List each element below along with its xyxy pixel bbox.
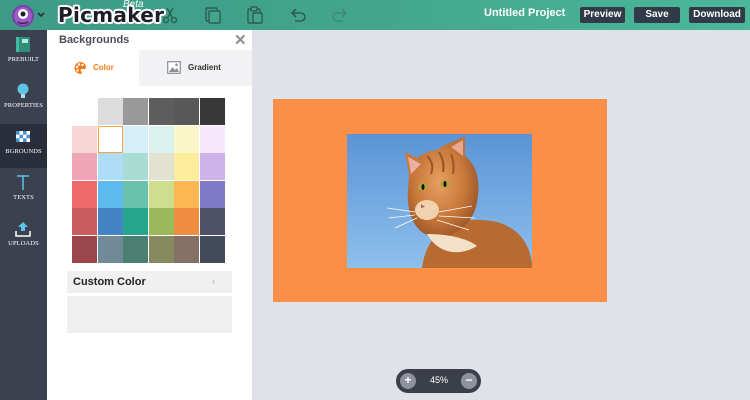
backgrounds-panel: Backgrounds ✕ Color Gradient Custom Colo… bbox=[47, 30, 252, 400]
color-swatch[interactable] bbox=[123, 180, 148, 208]
monster-logo-icon bbox=[12, 5, 45, 27]
color-swatch[interactable] bbox=[97, 153, 123, 181]
color-swatch[interactable] bbox=[123, 98, 148, 125]
color-swatch[interactable] bbox=[97, 236, 123, 263]
palette-icon bbox=[74, 62, 86, 75]
zoom-level: 45% bbox=[429, 375, 448, 385]
zoom-in-button[interactable]: + bbox=[400, 373, 416, 389]
color-swatch[interactable] bbox=[123, 153, 148, 181]
download-button[interactable]: Download bbox=[689, 7, 745, 23]
left-toolbar: PREBUILT PROPERTIES BGROUNDS TEXTS UPLOA… bbox=[0, 30, 47, 400]
color-swatch[interactable] bbox=[148, 236, 174, 263]
sidebar-item-bgrounds[interactable]: BGROUNDS bbox=[0, 124, 47, 168]
tab-label: Gradient bbox=[188, 63, 221, 72]
color-swatch[interactable] bbox=[123, 208, 148, 236]
redo-icon[interactable] bbox=[330, 5, 350, 25]
tab-gradient[interactable]: Gradient bbox=[139, 50, 252, 86]
sidebar-item-prebuilt[interactable]: PREBUILT bbox=[0, 32, 47, 76]
paste-icon[interactable] bbox=[245, 5, 265, 25]
color-swatch[interactable] bbox=[97, 208, 123, 236]
save-button[interactable]: Save bbox=[634, 7, 680, 23]
sidebar-item-properties[interactable]: PROPERTIES bbox=[0, 78, 47, 122]
sidebar-item-label: PROPERTIES bbox=[4, 102, 43, 109]
tab-label: Color bbox=[93, 63, 114, 72]
preview-button[interactable]: Preview bbox=[580, 7, 625, 23]
color-swatch[interactable] bbox=[199, 125, 225, 153]
color-swatch[interactable] bbox=[123, 125, 148, 153]
top-bar: Picmaker Beta Untitled Project Preview S… bbox=[0, 0, 750, 30]
color-swatch[interactable] bbox=[148, 180, 174, 208]
sidebar-item-label: TEXTS bbox=[13, 194, 34, 201]
color-swatch[interactable] bbox=[199, 180, 225, 208]
copy-icon[interactable] bbox=[203, 5, 223, 25]
color-swatch[interactable] bbox=[174, 180, 199, 208]
text-icon bbox=[17, 175, 29, 190]
tab-color[interactable]: Color bbox=[47, 50, 139, 86]
image-icon bbox=[167, 61, 181, 74]
picmaker-logo: Picmaker bbox=[58, 3, 165, 27]
project-title[interactable]: Untitled Project bbox=[484, 7, 565, 19]
panel-title: Backgrounds bbox=[59, 34, 130, 46]
sidebar-item-label: BGROUNDS bbox=[5, 148, 42, 155]
chevron-right-icon: › bbox=[212, 276, 215, 286]
sidebar-item-label: PREBUILT bbox=[7, 56, 40, 63]
color-swatch[interactable] bbox=[97, 98, 123, 125]
color-swatch[interactable] bbox=[174, 125, 199, 153]
close-icon[interactable]: ✕ bbox=[234, 31, 247, 49]
checker-icon bbox=[16, 131, 30, 142]
color-swatch[interactable] bbox=[123, 236, 148, 263]
upload-icon bbox=[15, 222, 31, 237]
cat-photo-image bbox=[347, 134, 532, 268]
color-swatch[interactable] bbox=[148, 125, 174, 153]
color-swatch[interactable] bbox=[148, 153, 174, 181]
sidebar-item-uploads[interactable]: UPLOADS bbox=[0, 216, 47, 260]
lightbulb-icon bbox=[17, 83, 29, 98]
chevron-down-icon bbox=[37, 12, 45, 18]
color-swatch[interactable] bbox=[199, 98, 225, 125]
custom-color-button[interactable]: Custom Color › bbox=[67, 271, 232, 293]
background-tabs: Color Gradient bbox=[47, 50, 252, 86]
sidebar-item-texts[interactable]: TEXTS bbox=[0, 170, 47, 214]
color-swatch[interactable] bbox=[148, 208, 174, 236]
color-swatch[interactable] bbox=[72, 236, 97, 263]
app-menu-button[interactable] bbox=[4, 2, 46, 28]
color-swatch[interactable] bbox=[174, 208, 199, 236]
undo-icon[interactable] bbox=[288, 5, 308, 25]
prebuilt-icon bbox=[16, 37, 30, 52]
color-swatch[interactable] bbox=[199, 153, 225, 181]
color-swatch[interactable] bbox=[199, 236, 225, 263]
scissors-icon[interactable] bbox=[160, 5, 180, 25]
color-swatch[interactable] bbox=[174, 153, 199, 181]
beta-badge: Beta bbox=[123, 0, 144, 10]
color-swatch[interactable] bbox=[174, 98, 199, 125]
color-swatch[interactable] bbox=[174, 236, 199, 263]
color-swatch[interactable] bbox=[199, 208, 225, 236]
sidebar-item-label: UPLOADS bbox=[8, 240, 39, 247]
zoom-out-button[interactable]: − bbox=[461, 373, 477, 389]
color-swatch[interactable] bbox=[72, 208, 97, 236]
zoom-control: + 45% − bbox=[396, 369, 481, 393]
color-swatch[interactable] bbox=[72, 153, 97, 181]
color-swatch[interactable] bbox=[148, 98, 174, 125]
color-swatch[interactable] bbox=[97, 180, 123, 208]
custom-color-area bbox=[67, 296, 232, 333]
color-swatch[interactable] bbox=[97, 125, 123, 153]
color-swatch[interactable] bbox=[72, 180, 97, 208]
cat-photo[interactable] bbox=[347, 134, 532, 268]
custom-color-label: Custom Color bbox=[73, 276, 146, 288]
color-swatch[interactable] bbox=[72, 125, 97, 153]
